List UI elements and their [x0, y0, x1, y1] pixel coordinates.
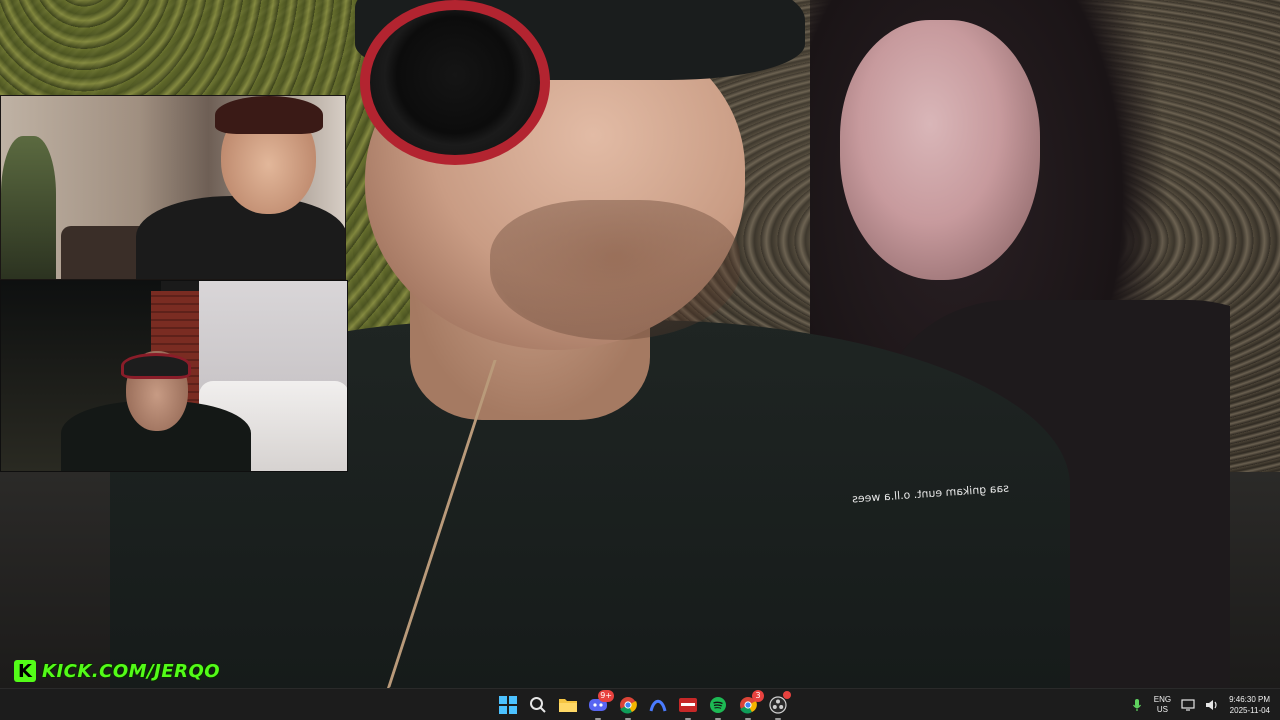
chrome-profile-icon[interactable]: 3: [736, 690, 764, 720]
kick-logo-icon: K: [14, 660, 36, 682]
clock-date: 2025-11-04: [1229, 706, 1270, 715]
keyboard-region: US: [1156, 705, 1168, 714]
obs-alert-dot: [783, 691, 791, 699]
discord-badge: 9+: [598, 690, 614, 702]
microphone-icon[interactable]: [1130, 698, 1144, 712]
chrome-profile-badge: 3: [752, 690, 764, 702]
webcam-guest: [0, 95, 346, 280]
network-icon[interactable]: [1181, 698, 1195, 712]
clock-time: 9:46:30 PM: [1229, 695, 1270, 704]
webcam-streamer: [0, 280, 348, 472]
system-tray: ENG US 9:46:30 PM 2025-11-04: [1130, 689, 1270, 720]
discord-icon[interactable]: 9+: [586, 690, 614, 720]
search-icon[interactable]: [526, 693, 550, 717]
windows-taskbar: 9+ 3 ENG US 9:46:30 PM 2025-11-04: [0, 688, 1280, 720]
chrome-icon[interactable]: [616, 693, 640, 720]
guest-hat: [215, 96, 323, 134]
spotify-icon[interactable]: [706, 693, 730, 720]
kick-channel-badge: K KICK.COM/JERQO: [14, 658, 220, 684]
video-person-face: [840, 20, 1040, 280]
headphone-icon: [360, 0, 550, 165]
arc-browser-icon[interactable]: [646, 693, 670, 717]
folder-icon[interactable]: [556, 693, 580, 717]
input-language[interactable]: ENG US: [1154, 695, 1171, 715]
windows-logo-icon[interactable]: [496, 693, 520, 717]
kick-channel-url: KICK.COM/JERQO: [42, 660, 221, 682]
language-code: ENG: [1153, 695, 1172, 704]
stream-deck-icon[interactable]: [676, 693, 700, 720]
webcam-plant: [1, 136, 56, 279]
volume-icon[interactable]: [1205, 698, 1219, 712]
taskbar-clock[interactable]: 9:46:30 PM 2025-11-04: [1229, 694, 1270, 716]
guest-body: [136, 196, 345, 279]
streamer-beard: [490, 200, 740, 340]
streamer-cam-cap: [121, 353, 191, 379]
obs-icon[interactable]: [766, 691, 791, 720]
taskbar-apps: 9+ 3: [496, 690, 791, 720]
